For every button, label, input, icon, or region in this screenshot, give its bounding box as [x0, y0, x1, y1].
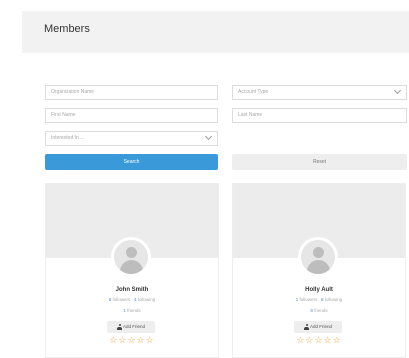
member-stats: 1 followers 8 following — [233, 297, 405, 302]
avatar-body-icon — [120, 260, 143, 274]
friends-count[interactable]: 8 — [310, 308, 313, 313]
member-stats: 8 followers 4 following — [46, 297, 218, 302]
chevron-down-icon — [204, 132, 213, 141]
organization-name-input[interactable]: Organization Name — [45, 85, 218, 100]
member-name[interactable]: John Smith — [46, 287, 218, 293]
member-card: John Smith 8 followers 4 following 1 fri… — [45, 183, 219, 358]
member-friends: 8 friends — [233, 308, 405, 313]
search-button[interactable]: Search — [45, 154, 218, 170]
avatar-head-icon — [313, 247, 324, 258]
following-label: following — [324, 297, 343, 302]
avatar[interactable] — [298, 237, 338, 277]
rating-stars[interactable]: ☆☆☆☆☆ — [46, 335, 218, 346]
add-friend-button[interactable]: Add Friend — [107, 321, 155, 333]
last-name-input[interactable]: Last Name — [232, 108, 407, 123]
friends-label: friends — [127, 308, 141, 313]
followers-count[interactable]: 8 — [109, 297, 112, 302]
followers-count[interactable]: 1 — [296, 297, 299, 302]
page-title: Members — [44, 23, 90, 35]
add-friend-label: Add Friend — [309, 324, 332, 329]
following-label: following — [137, 297, 156, 302]
account-type-select[interactable]: Account Type — [232, 85, 407, 100]
followers-label: followers — [112, 297, 131, 302]
interested-in-placeholder: Interested In ... — [51, 135, 85, 141]
interested-in-select[interactable]: Interested In ... — [45, 131, 218, 146]
add-friend-label: Add Friend — [122, 324, 145, 329]
avatar[interactable] — [111, 237, 151, 277]
friends-label: friends — [314, 308, 328, 313]
friends-count[interactable]: 1 — [123, 308, 126, 313]
first-name-placeholder: First Name — [51, 112, 76, 118]
member-name[interactable]: Holly Ault — [233, 287, 405, 293]
following-count[interactable]: 8 — [321, 297, 324, 302]
organization-name-placeholder: Organization Name — [51, 89, 95, 95]
user-icon — [117, 324, 122, 330]
following-count[interactable]: 4 — [134, 297, 137, 302]
page-header: Members — [22, 11, 409, 53]
member-card: Holly Ault 1 followers 8 following 8 fri… — [232, 183, 406, 358]
account-type-placeholder: Account Type — [238, 89, 269, 95]
last-name-placeholder: Last Name — [238, 112, 263, 118]
avatar-head-icon — [126, 247, 137, 258]
member-friends: 1 friends — [46, 308, 218, 313]
chevron-down-icon — [393, 86, 402, 95]
rating-stars[interactable]: ☆☆☆☆☆ — [233, 335, 405, 346]
members-page: Members Organization Name Account Type F… — [0, 0, 409, 358]
reset-button[interactable]: Reset — [232, 154, 407, 170]
user-icon — [304, 324, 309, 330]
first-name-input[interactable]: First Name — [45, 108, 218, 123]
add-friend-button[interactable]: Add Friend — [294, 321, 342, 333]
avatar-body-icon — [307, 260, 330, 274]
followers-label: followers — [299, 297, 318, 302]
